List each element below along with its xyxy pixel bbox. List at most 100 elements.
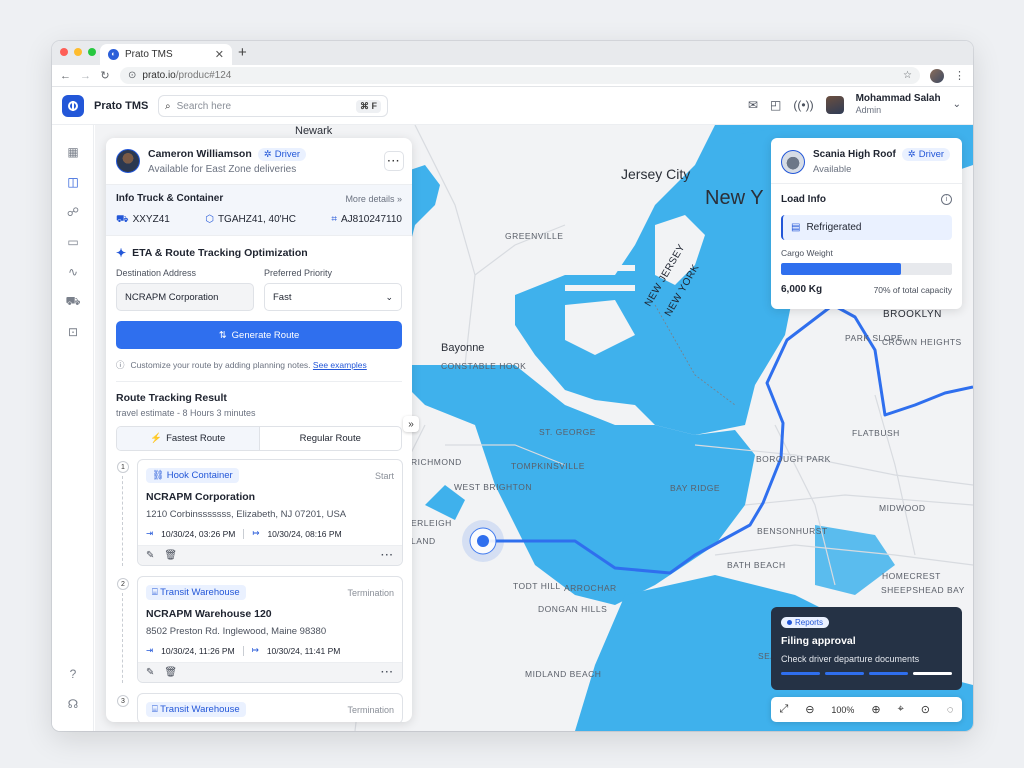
truck-plate: ⛟ XXYZ41 [116, 214, 170, 227]
chat-icon[interactable]: ◌ [947, 704, 954, 716]
app-logo[interactable] [62, 94, 84, 117]
route-step[interactable]: 3 ⌸ Transit Warehouse Termination [117, 693, 403, 722]
trash-icon[interactable]: 🗑 [164, 667, 177, 678]
new-tab-button[interactable]: + [238, 44, 247, 61]
destination-input[interactable]: NCRAPM Corporation [116, 283, 254, 311]
load-type: ▤ Refrigerated [781, 215, 952, 240]
sidebar-item-users[interactable]: ☍ [52, 197, 94, 227]
bookmark-star-icon[interactable]: ☆ [903, 70, 912, 81]
collapse-panel-button[interactable]: » [403, 416, 419, 432]
url-host: prato.io [142, 70, 176, 81]
trash-icon[interactable]: 🗑 [164, 550, 177, 561]
edit-icon[interactable]: ✎ [146, 667, 154, 678]
book-icon: ▭ [67, 235, 79, 249]
edit-icon[interactable]: ✎ [146, 550, 154, 561]
more-details-link[interactable]: More details » [345, 194, 402, 204]
origin-marker[interactable] [477, 535, 489, 547]
route-hint: ⓘ Customize your route by adding planning… [116, 359, 402, 382]
vehicle-badge: ✲ Driver [901, 148, 951, 161]
notification-icon[interactable]: ◰ [770, 98, 781, 112]
zoom-out-icon[interactable]: ⊖ [805, 703, 814, 716]
step-badge-label: Transit Warehouse [160, 587, 240, 598]
eta-title: ETA & Route Tracking Optimization [132, 247, 308, 259]
more-options-button[interactable]: ··· [384, 151, 404, 171]
container-id-value: AJ810247110 [341, 214, 402, 225]
step-number: 1 [117, 461, 129, 473]
zoom-in-icon[interactable]: ⊕ [871, 703, 880, 716]
expand-icon[interactable]: ⤢ [779, 703, 788, 716]
map-icon: ◫ [67, 175, 79, 189]
sidebar-item-activity[interactable]: ∿ [52, 257, 94, 287]
info-icon[interactable]: i [941, 194, 952, 205]
gear-icon: ✲ [907, 149, 916, 160]
back-icon[interactable]: ← [60, 70, 71, 82]
map-label: ARROCHAR [564, 583, 617, 593]
map-label: BATH BEACH [727, 560, 786, 570]
warehouse-icon: ⌸ [152, 704, 158, 715]
sidebar-item-fleet[interactable]: ⛟ [52, 287, 94, 317]
info-icon: ⓘ [116, 360, 125, 370]
tab-close-icon[interactable]: ✕ [215, 48, 224, 61]
depart-icon: ↦ [252, 528, 260, 538]
sidebar-item-help[interactable]: ? [52, 659, 94, 689]
sidebar-item-support[interactable]: ☊ [52, 689, 94, 719]
user-info[interactable]: Mohammad Salah Admin [856, 93, 941, 116]
step-time-in: 10/30/24, 03:26 PM [161, 528, 236, 539]
mail-icon[interactable]: ✉ [748, 98, 758, 112]
close-window-button[interactable] [60, 48, 68, 56]
driver-badge: ✲ Driver [257, 147, 307, 161]
window-controls [60, 48, 96, 56]
broadcast-icon[interactable]: ((•)) [793, 98, 813, 112]
step-more-icon[interactable]: ··· [381, 667, 394, 678]
step-more-icon[interactable]: ··· [381, 550, 394, 561]
minimize-window-button[interactable] [74, 48, 82, 56]
see-examples-link[interactable]: See examples [313, 360, 367, 370]
capacity-bar [781, 263, 952, 275]
browser-menu-icon[interactable]: ⋮ [954, 69, 965, 82]
step-address: 1210 Corbinsssssss, Elizabeth, NJ 07201,… [146, 509, 347, 520]
driver-avatar[interactable] [116, 149, 140, 173]
tab-regular-route[interactable]: Regular Route [260, 427, 402, 450]
route-step[interactable]: 1 ⛓ Hook Container Start NCRAPM Corporati… [117, 459, 403, 566]
reload-icon[interactable]: ↻ [100, 69, 110, 82]
maximize-window-button[interactable] [88, 48, 96, 56]
sidebar-item-billing[interactable]: ⊡ [52, 317, 94, 347]
vehicle-avatar[interactable] [781, 149, 805, 174]
search-input[interactable]: ⌕ Search here ⌘ F [158, 95, 388, 117]
user-avatar[interactable] [825, 95, 844, 114]
url-path: /produc#124 [175, 70, 232, 81]
map-label: LAND [411, 536, 436, 546]
browser-tab[interactable]: ◐ Prato TMS ✕ [100, 44, 232, 65]
step-rail [122, 476, 123, 566]
step-badge: ⛓ Hook Container [146, 468, 239, 483]
sidebar-item-map[interactable]: ◫ [52, 167, 94, 197]
search-icon: ⌕ [165, 100, 171, 112]
headset-icon: ☊ [67, 697, 79, 711]
cursor-icon[interactable]: ⌖ [898, 703, 904, 716]
sidebar-item-docs[interactable]: ▭ [52, 227, 94, 257]
warehouse-icon: ⌸ [152, 587, 158, 598]
route-steps: 1 ⛓ Hook Container Start NCRAPM Corporati… [116, 459, 403, 722]
vehicle-name: Scania High Roof [813, 149, 896, 160]
chevron-down-icon[interactable]: ⌄ [953, 99, 961, 110]
pin-icon[interactable]: ⊙ [921, 703, 930, 716]
travel-estimate: travel estimate - 8 Hours 3 minutes [116, 408, 256, 418]
site-info-icon[interactable]: ⊙ [128, 70, 136, 81]
generate-route-label: Generate Route [231, 329, 300, 341]
priority-select[interactable]: Fast ⌄ [264, 283, 402, 311]
browser-profile-avatar[interactable] [930, 68, 944, 83]
priority-label: Preferred Priority [264, 268, 333, 278]
cargo-weight-label: Cargo Weight [781, 248, 833, 258]
sidebar-item-dashboard[interactable]: ▦ [52, 137, 94, 167]
route-step[interactable]: 2 ⌸ Transit Warehouse Termination NCRAPM … [117, 576, 403, 683]
zoom-level: 100% [831, 704, 855, 715]
generate-route-button[interactable]: ⇅ Generate Route [116, 321, 402, 349]
tab-fastest-route[interactable]: ⚡ Fastest Route [117, 427, 260, 450]
forward-icon[interactable]: → [80, 70, 91, 82]
map-label: SHEEPSHEAD BAY [881, 585, 965, 595]
destination-label: Destination Address [116, 268, 197, 278]
map-label: DONGAN HILLS [538, 604, 608, 614]
reports-card[interactable]: Reports Filing approval Check driver dep… [771, 607, 962, 690]
url-field[interactable]: ⊙ prato.io/produc#124 ☆ [120, 67, 920, 84]
activity-icon: ∿ [67, 265, 79, 279]
